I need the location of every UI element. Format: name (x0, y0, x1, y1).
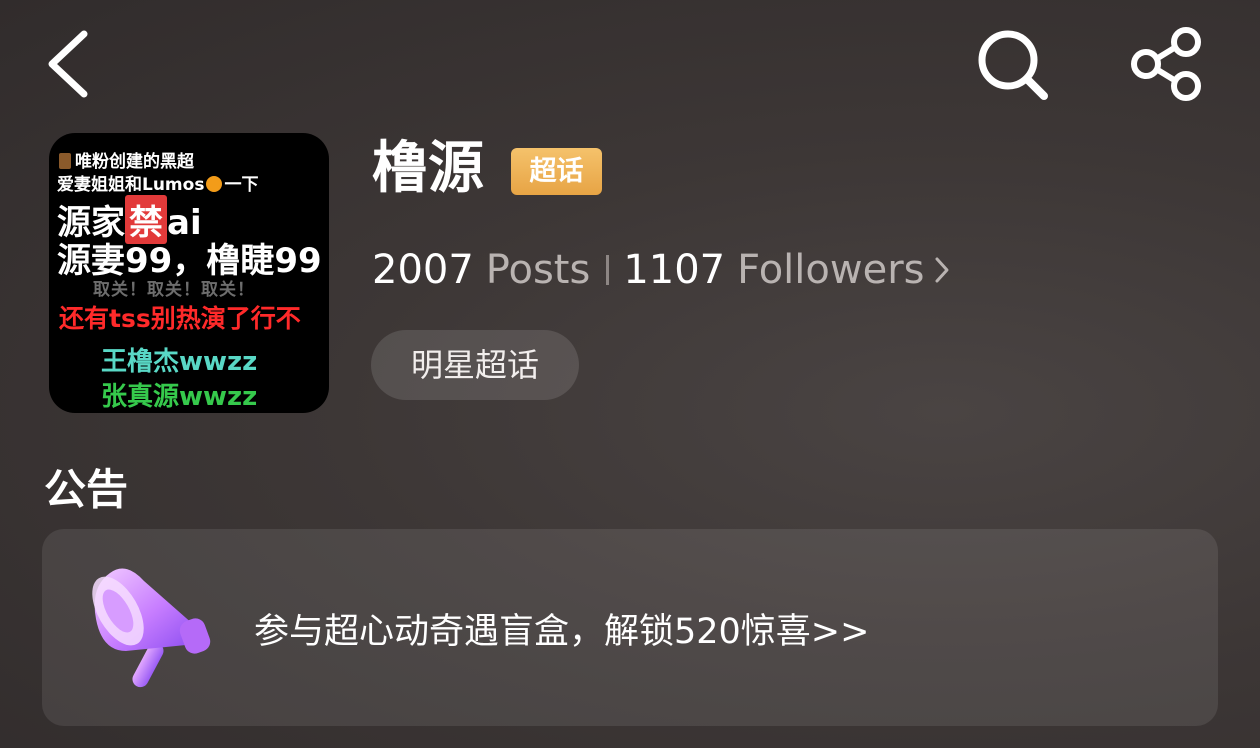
followers-link[interactable]: 1107 Followers (623, 247, 950, 293)
megaphone-icon (92, 568, 211, 688)
community-avatar[interactable]: 唯粉创建的黑超 爱妻姐姐和Lumos 一下 源家禁 ai 源妻99，橹睫99 取关！… (49, 133, 329, 413)
avatar-line: 张真源wwzz (101, 382, 258, 412)
cup-icon (59, 153, 71, 169)
posts-count: 2007 (372, 247, 474, 293)
share-icon[interactable] (1124, 26, 1208, 102)
avatar-line: 唯粉创建的黑超 (59, 147, 194, 172)
category-chip[interactable]: 明星超话 (371, 330, 579, 400)
search-icon[interactable] (972, 26, 1054, 102)
announcement-text[interactable]: 参与超心动奇遇盲盒，解锁520惊喜>> (254, 603, 869, 654)
stats-row: 2007 Posts 1107 Followers (372, 240, 951, 300)
avatar-line: 爱妻姐姐和Lumos 一下 (57, 175, 259, 195)
avatar-line: 还有tss别热演了行不 (59, 304, 301, 333)
announcement-heading: 公告 (44, 465, 129, 514)
super-topic-badge: 超话 (511, 148, 602, 195)
followers-label: Followers (737, 247, 925, 293)
orange-emoji-icon (206, 176, 223, 192)
avatar-line: 取关！取关！取关！ (93, 280, 255, 300)
stats-divider (606, 255, 610, 285)
avatar-line: 王橹杰wwzz (101, 347, 258, 377)
followers-count: 1107 (623, 247, 726, 293)
back-chevron-left-icon[interactable] (40, 26, 100, 102)
posts-label: Posts (485, 247, 591, 293)
community-name: 橹源 (372, 136, 484, 201)
chevron-right-icon (935, 257, 948, 283)
